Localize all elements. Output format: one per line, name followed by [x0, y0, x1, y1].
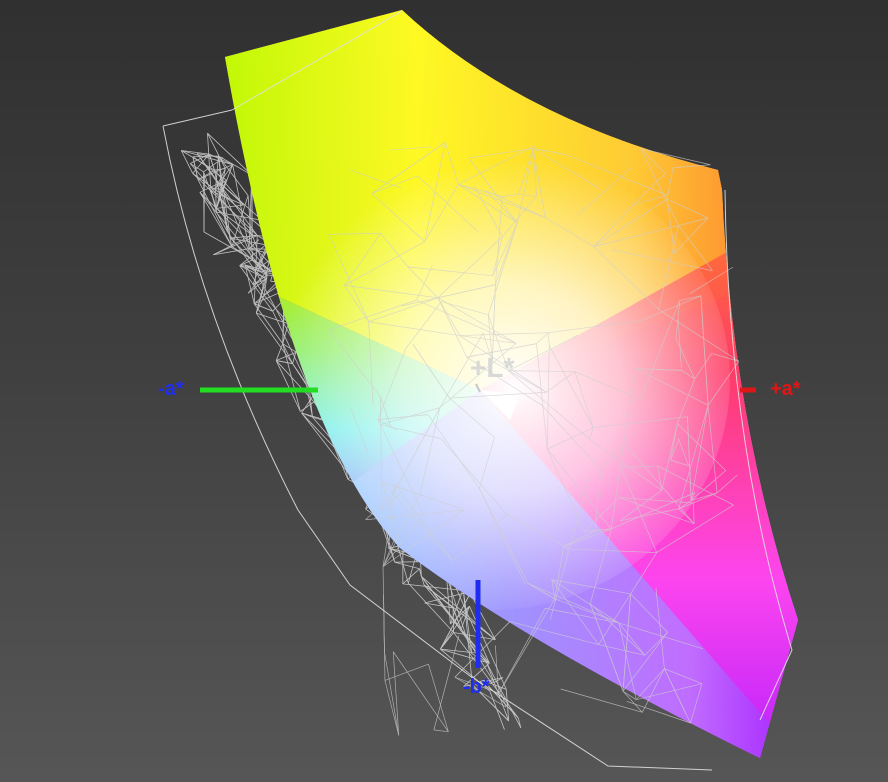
neg-a-axis-label: -a*: [158, 378, 184, 400]
pos-l-axis-label: +L*: [470, 352, 515, 383]
wireframe-edge: [392, 651, 400, 736]
wireframe-edge: [383, 595, 385, 653]
wireframe-edge: [428, 664, 449, 732]
wireframe-edge: [384, 651, 400, 736]
wireframe-edge: [181, 150, 233, 165]
wireframe-edge: [275, 360, 301, 412]
wireframe-edge: [394, 561, 420, 570]
wireframe-edge: [219, 182, 254, 260]
wireframe-edge: [433, 729, 449, 733]
neg-b-axis-label: -b*: [463, 676, 490, 698]
wireframe-edge: [213, 235, 258, 256]
wireframe-edge: [207, 133, 212, 191]
wireframe-edge: [560, 688, 643, 713]
wireframe-edge: [207, 132, 226, 169]
pos-a-axis-label: +a*: [770, 378, 801, 400]
wireframe-edge: [440, 591, 472, 650]
wireframe-edge: [453, 632, 496, 641]
wireframe-edge: [384, 663, 429, 681]
wireframe-edge: [392, 651, 449, 732]
wireframe-edge: [190, 163, 204, 173]
wireframe-edge: [402, 568, 420, 585]
gamut-viewer-canvas[interactable]: -a* +a* -b* +L*: [0, 0, 888, 782]
wireframe-edge: [423, 584, 462, 630]
gamut-3d-scene[interactable]: [0, 0, 888, 782]
wireframe-edge: [440, 632, 454, 650]
wireframe-edge: [181, 150, 210, 155]
